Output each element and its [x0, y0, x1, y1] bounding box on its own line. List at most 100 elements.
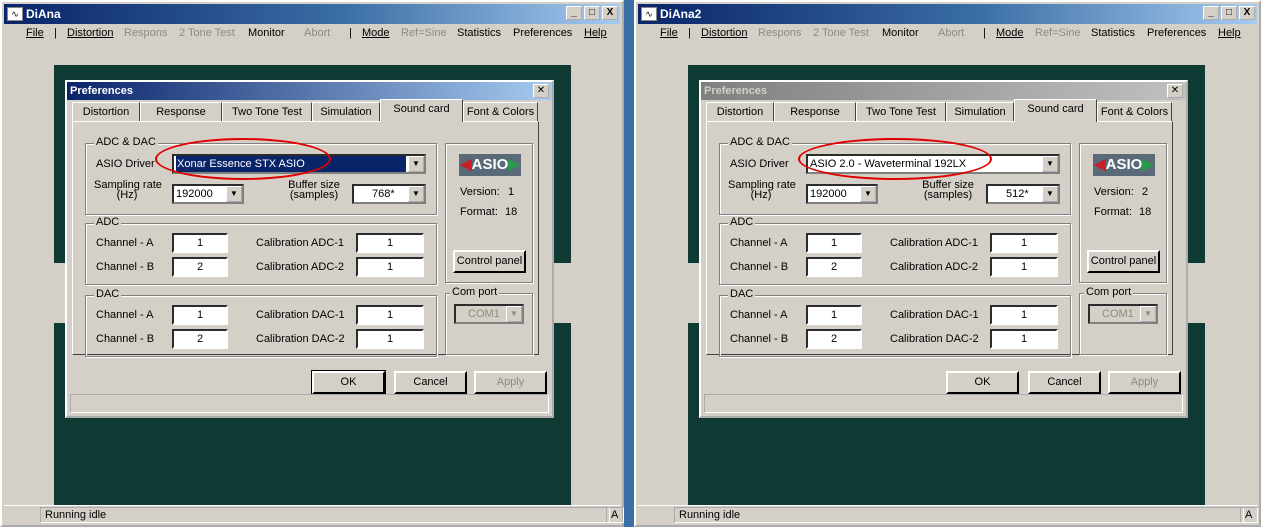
- calibration-adc-1-input[interactable]: 1: [356, 233, 424, 253]
- com-port-select[interactable]: COM1 ▼: [1088, 304, 1158, 324]
- chevron-down-icon[interactable]: ▼: [226, 186, 242, 202]
- calibration-adc-1-input[interactable]: 1: [990, 233, 1058, 253]
- calibration-dac-1-input[interactable]: 1: [356, 305, 424, 325]
- app-icon[interactable]: ∿: [641, 7, 657, 21]
- maximize-button[interactable]: □: [1221, 6, 1237, 20]
- tab-sound-card[interactable]: Sound card: [380, 99, 463, 122]
- dialog-close-icon[interactable]: ✕: [533, 84, 549, 98]
- status-text: Running idle: [674, 507, 1244, 523]
- calibration-adc-2-input[interactable]: 1: [990, 257, 1058, 277]
- tab-font-colors[interactable]: Font & Colors: [1097, 102, 1172, 122]
- menu-ref[interactable]: Ref=Sine: [1035, 24, 1081, 43]
- menu-file[interactable]: File: [26, 24, 44, 43]
- tab-distortion[interactable]: Distortion: [72, 102, 140, 122]
- sampling-rate-label: Sampling rate (Hz): [728, 180, 796, 201]
- apply-button[interactable]: Apply: [474, 371, 547, 394]
- dac-channel-b-input[interactable]: 2: [172, 329, 228, 349]
- sampling-rate-select[interactable]: 192000 ▼: [172, 184, 244, 204]
- tab-simulation[interactable]: Simulation: [946, 102, 1014, 122]
- com-port-value: COM1: [1102, 308, 1134, 320]
- menu-two-tone[interactable]: 2 Tone Test: [179, 24, 235, 43]
- dialog-close-icon[interactable]: ✕: [1167, 84, 1183, 98]
- ok-button[interactable]: OK: [946, 371, 1019, 394]
- dac-group-label: DAC: [728, 288, 756, 300]
- chevron-down-icon[interactable]: ▼: [506, 306, 522, 322]
- dac-channel-b-input[interactable]: 2: [806, 329, 862, 349]
- menu-help[interactable]: Help: [1218, 24, 1241, 43]
- buffer-size-select[interactable]: 768* ▼: [352, 184, 426, 204]
- control-panel-button[interactable]: Control panel: [453, 250, 526, 273]
- calibration-dac-1-input[interactable]: 1: [990, 305, 1058, 325]
- menu-monitor[interactable]: Monitor: [248, 24, 285, 43]
- minimize-button[interactable]: _: [566, 6, 582, 20]
- menu-distortion[interactable]: Distortion: [67, 24, 113, 43]
- menu-responses[interactable]: Respons: [124, 24, 167, 43]
- close-button[interactable]: X: [602, 6, 618, 20]
- apply-button[interactable]: Apply: [1108, 371, 1181, 394]
- tab-font-colors[interactable]: Font & Colors: [463, 102, 538, 122]
- menu-preferences[interactable]: Preferences: [1147, 24, 1206, 43]
- adc-dac-group-label: ADC & DAC: [94, 136, 158, 148]
- tab-response[interactable]: Response: [774, 102, 856, 122]
- menu-file[interactable]: File: [660, 24, 678, 43]
- app-icon[interactable]: ∿: [7, 7, 23, 21]
- calibration-adc-2-input[interactable]: 1: [356, 257, 424, 277]
- calibration-adc-2-label: Calibration ADC-2: [256, 261, 345, 273]
- dialog-message-bar: [704, 394, 1183, 413]
- menu-mode[interactable]: Mode: [362, 24, 390, 43]
- adc-channel-b-input[interactable]: 2: [806, 257, 862, 277]
- adc-channel-b-input[interactable]: 2: [172, 257, 228, 277]
- menu-ref[interactable]: Ref=Sine: [401, 24, 447, 43]
- maximize-button[interactable]: □: [584, 6, 600, 20]
- calibration-dac-2-input[interactable]: 1: [356, 329, 424, 349]
- tab-two-tone-test[interactable]: Two Tone Test: [222, 102, 312, 122]
- dac-channel-a-input[interactable]: 1: [806, 305, 862, 325]
- dialog-title[interactable]: Preferences: [67, 82, 552, 100]
- menu-monitor[interactable]: Monitor: [882, 24, 919, 43]
- menu-responses[interactable]: Respons: [758, 24, 801, 43]
- minimize-button[interactable]: _: [1203, 6, 1219, 20]
- chevron-down-icon[interactable]: ▼: [1042, 156, 1058, 172]
- chevron-down-icon[interactable]: ▼: [1140, 306, 1156, 322]
- asio-driver-value: ASIO 2.0 - Waveterminal 192LX: [810, 158, 967, 170]
- asio-driver-select[interactable]: Xonar Essence STX ASIO ▼: [172, 154, 426, 174]
- menu-mode[interactable]: Mode: [996, 24, 1024, 43]
- chevron-down-icon[interactable]: ▼: [860, 186, 876, 202]
- com-port-select[interactable]: COM1 ▼: [454, 304, 524, 324]
- menu-abort[interactable]: Abort: [304, 24, 330, 43]
- preferences-dialog: Preferences ✕ Distortion Response Two To…: [699, 80, 1188, 418]
- version-label: Version:: [460, 186, 500, 198]
- menu-help[interactable]: Help: [584, 24, 607, 43]
- title-bar[interactable]: ∿ DiAna2 _ □ X: [638, 4, 1257, 24]
- tab-two-tone-test[interactable]: Two Tone Test: [856, 102, 946, 122]
- menu-distortion[interactable]: Distortion: [701, 24, 747, 43]
- cancel-button[interactable]: Cancel: [1028, 371, 1101, 394]
- com-port-group: Com port COM1 ▼: [1079, 286, 1167, 355]
- dialog-title[interactable]: Preferences: [701, 82, 1186, 100]
- close-button[interactable]: X: [1239, 6, 1255, 20]
- sampling-rate-select[interactable]: 192000 ▼: [806, 184, 878, 204]
- adc-channel-a-input[interactable]: 1: [172, 233, 228, 253]
- control-panel-button[interactable]: Control panel: [1087, 250, 1160, 273]
- menu-preferences[interactable]: Preferences: [513, 24, 572, 43]
- chevron-down-icon[interactable]: ▼: [408, 156, 424, 172]
- menu-abort[interactable]: Abort: [938, 24, 964, 43]
- asio-logo: ◀ASIO▶: [459, 154, 521, 176]
- menu-statistics[interactable]: Statistics: [457, 24, 501, 43]
- buffer-size-select[interactable]: 512* ▼: [986, 184, 1060, 204]
- adc-channel-a-input[interactable]: 1: [806, 233, 862, 253]
- calibration-dac-2-input[interactable]: 1: [990, 329, 1058, 349]
- asio-driver-select[interactable]: ASIO 2.0 - Waveterminal 192LX ▼: [806, 154, 1060, 174]
- chevron-down-icon[interactable]: ▼: [1042, 186, 1058, 202]
- tab-response[interactable]: Response: [140, 102, 222, 122]
- menu-statistics[interactable]: Statistics: [1091, 24, 1135, 43]
- chevron-down-icon[interactable]: ▼: [408, 186, 424, 202]
- ok-button[interactable]: OK: [311, 370, 386, 395]
- title-bar[interactable]: ∿ DiAna _ □ X: [4, 4, 620, 24]
- menu-two-tone[interactable]: 2 Tone Test: [813, 24, 869, 43]
- tab-sound-card[interactable]: Sound card: [1014, 99, 1097, 122]
- dac-channel-a-input[interactable]: 1: [172, 305, 228, 325]
- tab-distortion[interactable]: Distortion: [706, 102, 774, 122]
- tab-simulation[interactable]: Simulation: [312, 102, 380, 122]
- cancel-button[interactable]: Cancel: [394, 371, 467, 394]
